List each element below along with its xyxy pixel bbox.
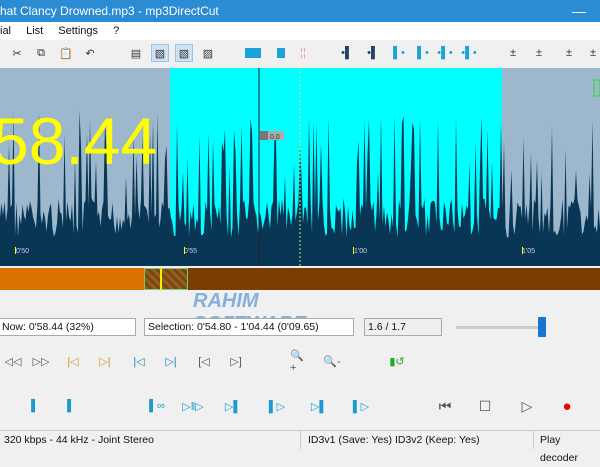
stop-button[interactable]: ☐ [474,398,496,414]
timeline-label: 1'00 [354,248,367,255]
cue-icon[interactable]: ± [560,44,578,62]
cue-icon[interactable]: ± [504,44,522,62]
cue-icon[interactable]: ± [584,44,600,62]
overview-bar[interactable] [0,268,600,290]
timeline-tick [184,247,185,254]
play-button[interactable]: ▷ [516,398,538,414]
set-begin-icon[interactable]: •▌ [364,44,382,62]
counter-field: 1.6 / 1.7 [364,318,442,336]
timeline-label: 1'05 [522,248,535,255]
selection-field[interactable]: Selection: 0'54.80 - 1'04.44 (0'09.65) [144,318,354,336]
forward-button[interactable]: ▷▷ [32,353,50,369]
timeline-tick [353,247,354,254]
next-marker-button[interactable]: ▷| [96,353,114,369]
go-begin-button[interactable]: [◁ [195,353,213,369]
cut-end-button[interactable]: ▌ [60,398,82,414]
menu-bar: ial List Settings ? [0,22,600,40]
title-bar: hat Clancy Drowned.mp3 - mp3DirectCut — [0,0,600,22]
set-both-icon[interactable]: •▌• [436,44,454,62]
minimize-button[interactable]: — [572,0,586,22]
set-end-icon[interactable]: ▌• [414,44,432,62]
copy-icon[interactable]: ⧉ [32,44,50,62]
cut-begin-button[interactable]: ▌ [24,398,46,414]
paste-icon[interactable]: 📋 [57,44,75,62]
volume-slider-thumb[interactable] [538,317,546,337]
page-icon[interactable]: ▤ [127,44,145,62]
cut-icon[interactable]: ✂ [8,44,26,62]
rewind-button[interactable]: ◁◁ [4,353,22,369]
go-sel-end-button[interactable]: ▷| [162,353,180,369]
play-to-begin-button[interactable]: ▷▌ [222,398,244,414]
play-to-end-button[interactable]: ▷▌ [308,398,330,414]
level-undo-button[interactable]: ▮↺ [388,353,406,369]
timeline-label: 0'50 [16,248,29,255]
volume-slider[interactable] [456,326,546,329]
undo-icon[interactable]: ↶ [81,44,99,62]
play-loop-button[interactable]: ▌∞ [140,398,174,414]
level-label: 0.0 [270,134,280,141]
prev-marker-button[interactable]: |◁ [64,353,82,369]
timeline-tick [522,247,523,254]
menu-help[interactable]: ? [113,25,119,37]
now-field: Now: 0'58.44 (32%) [0,318,136,336]
menu-list[interactable]: List [26,25,43,37]
cue-icon[interactable]: ± [530,44,548,62]
page-info-icon[interactable]: ▨ [199,44,217,62]
play-skip-button[interactable]: ▷‖▷ [176,398,210,414]
page-begin-icon[interactable]: ▧ [151,44,169,62]
level-marker [260,131,268,140]
status-format: 320 kbps - 44 kHz - Joint Stereo [4,434,154,446]
play-from-end-button[interactable]: ▌▷ [350,398,372,414]
record-button[interactable]: ● [556,398,578,415]
menu-edit[interactable]: ial [0,25,11,37]
page-end-icon[interactable]: ▧ [175,44,193,62]
set-both-icon[interactable]: •▌• [460,44,478,62]
played-portion [0,268,145,290]
timeline-tick [15,247,16,254]
selection-single-icon[interactable] [272,44,290,62]
zoom-out-button[interactable]: 🔍- [323,353,341,369]
set-end-icon[interactable]: ▌• [390,44,408,62]
status-play: Play decoder [540,434,578,464]
timeline-label: 0'55 [184,248,197,255]
status-id3: ID3v1 (Save: Yes) ID3v2 (Keep: Yes) [308,434,480,446]
go-end-button[interactable]: ▷] [227,353,245,369]
big-time-display: 58.44 [0,104,157,178]
window-title: hat Clancy Drowned.mp3 - mp3DirectCut [0,4,219,18]
markers-icon[interactable]: ¦¦ [294,44,312,62]
waveform-view[interactable]: 58.44 0.0 0'50 0'55 1'00 1'05 [0,68,600,266]
selection-block-icon[interactable] [244,44,262,62]
toolbar: ✂ ⧉ 📋 ↶ ▤ ▧ ▧ ▨ ¦¦ •▌ •▌ ▌• ▌• •▌• •▌• ±… [0,40,600,66]
menu-settings[interactable]: Settings [58,25,98,37]
watermark-logo: RAHIM SOFTWARE [148,262,306,335]
status-bar: 320 kbps - 44 kHz - Joint Stereo ID3v1 (… [0,430,600,464]
set-begin-icon[interactable]: •▌ [338,44,356,62]
zoom-in-button[interactable]: 🔍+ [290,350,308,374]
go-sel-start-button[interactable]: |◁ [130,353,148,369]
go-start-button[interactable]: ⏮ [434,398,456,414]
play-from-begin-button[interactable]: ▌▷ [266,398,288,414]
